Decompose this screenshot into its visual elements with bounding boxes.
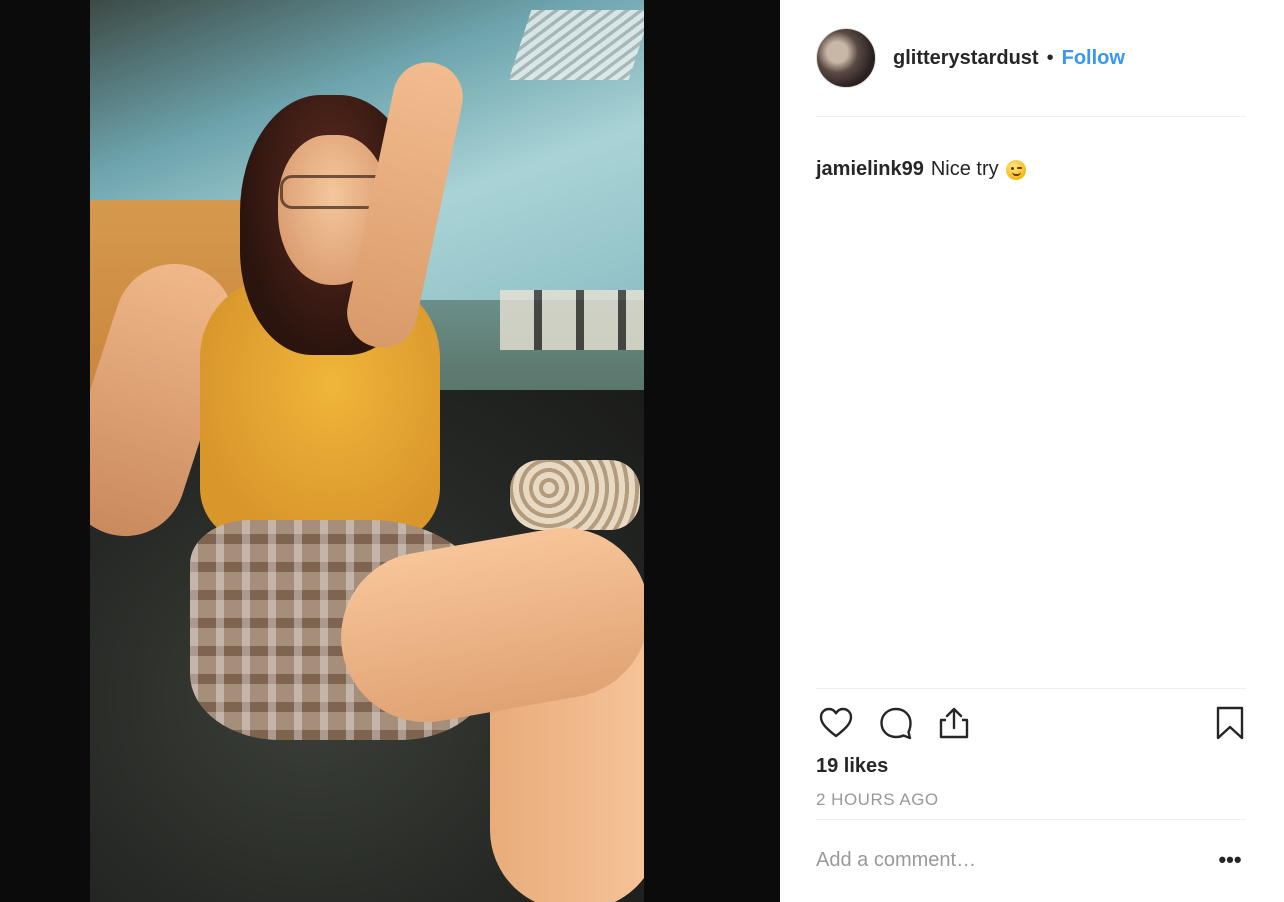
action-bar xyxy=(816,704,1246,744)
comment-button[interactable] xyxy=(876,704,916,744)
photo-bag xyxy=(510,460,640,530)
like-button[interactable] xyxy=(816,704,856,744)
comment-text: Nice try xyxy=(930,158,999,180)
post-photo[interactable] xyxy=(90,0,644,902)
header-separator: • xyxy=(1046,46,1054,69)
actions-divider xyxy=(816,688,1246,689)
share-icon xyxy=(939,707,969,738)
share-button[interactable] xyxy=(934,704,974,744)
save-button[interactable] xyxy=(1210,704,1250,744)
winking-face-icon xyxy=(1005,159,1026,180)
photo-vent xyxy=(508,10,644,80)
photo-wall-frames xyxy=(500,290,644,350)
composer-divider xyxy=(816,819,1246,820)
comment-username[interactable]: jamielink99 xyxy=(816,158,924,181)
post-timestamp[interactable]: 2 HOURS AGO xyxy=(816,790,939,810)
more-options-button[interactable]: ••• xyxy=(1214,846,1246,874)
avatar[interactable] xyxy=(816,28,876,88)
post-side-panel: glitterystardust • Follow jamielink99 Ni… xyxy=(780,0,1284,902)
header-divider xyxy=(816,116,1246,117)
author-username[interactable]: glitterystardust xyxy=(893,47,1039,70)
follow-button[interactable]: Follow xyxy=(1062,47,1125,70)
comment-item: jamielink99 Nice try xyxy=(816,158,1026,181)
comment-input[interactable] xyxy=(816,840,1196,880)
comment-bubble-icon xyxy=(880,707,912,739)
heart-icon xyxy=(819,707,853,737)
likes-count[interactable]: 19 likes xyxy=(816,755,888,778)
post-header: glitterystardust • Follow xyxy=(816,28,1125,88)
bookmark-icon xyxy=(1216,706,1244,739)
media-area xyxy=(0,0,780,902)
